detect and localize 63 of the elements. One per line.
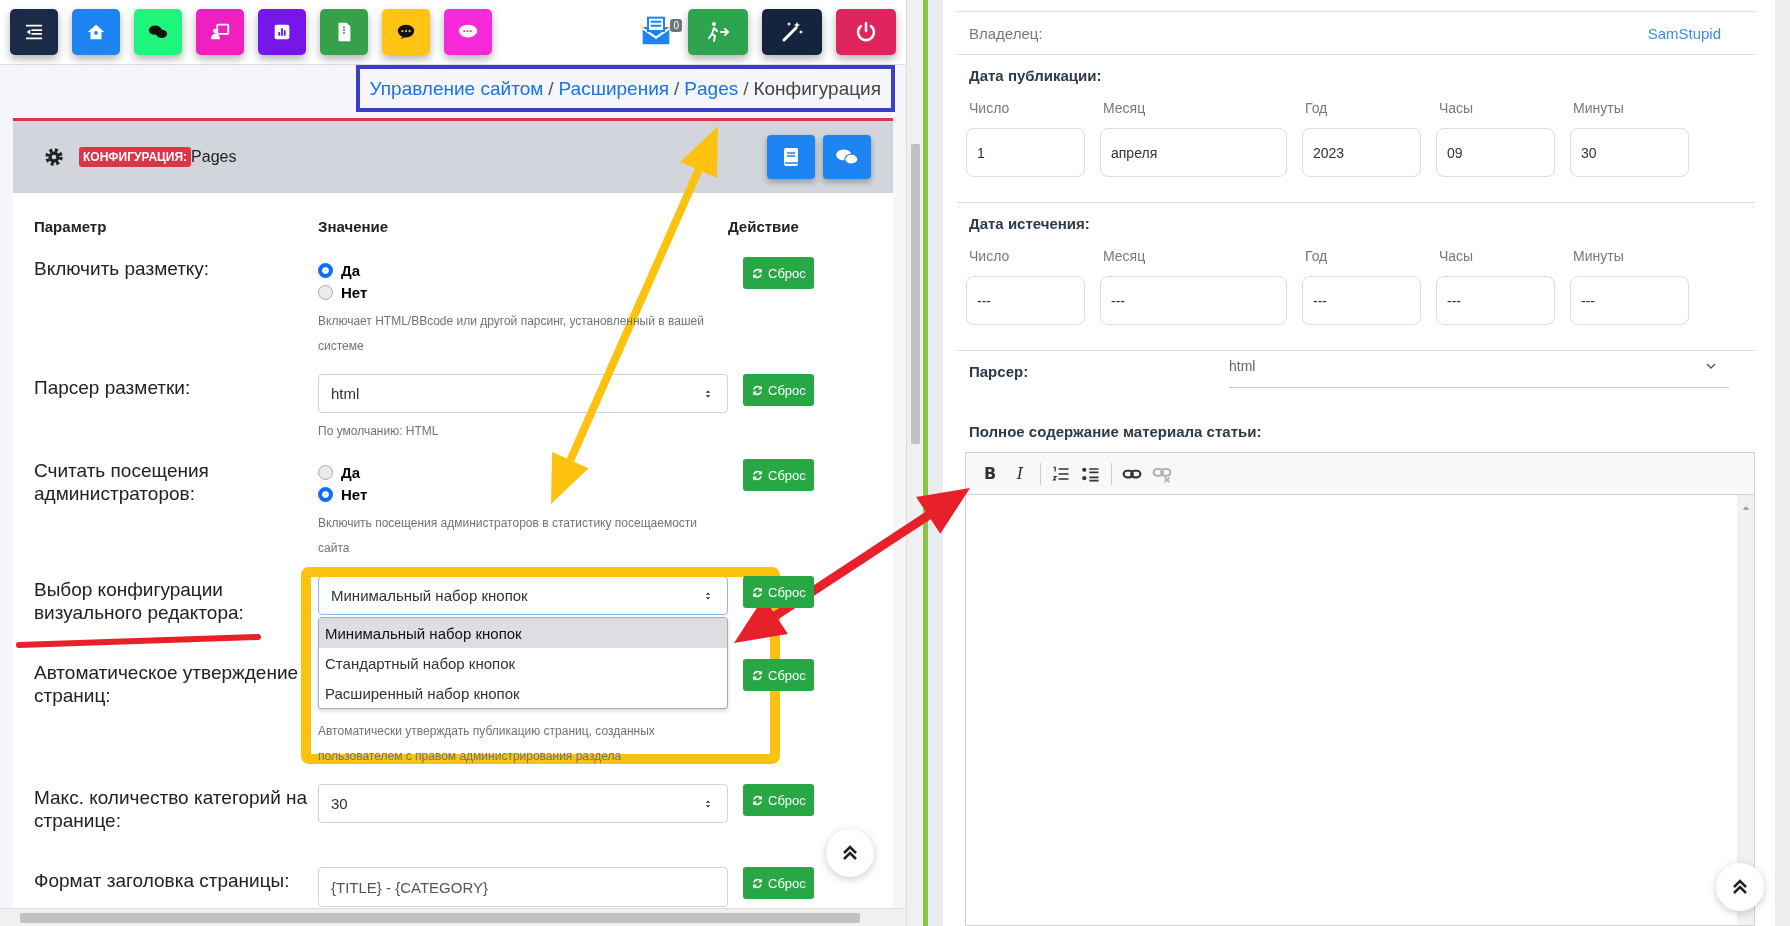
section-badge: КОНФИГУРАЦИЯ:: [79, 147, 192, 167]
date-field[interactable]: 2023: [1302, 128, 1421, 177]
field-label: Часы: [1438, 248, 1475, 264]
field-label: Полное содержание материала статьи:: [968, 422, 1263, 442]
field-label: Парсер:: [969, 363, 1030, 382]
date-field[interactable]: ---: [966, 276, 1085, 325]
column-header: Параметр: [34, 217, 108, 237]
field-label: Год: [1304, 248, 1329, 264]
breadcrumb-separator: /: [674, 77, 680, 100]
parser-select[interactable]: html: [1229, 358, 1729, 388]
dropdown-option[interactable]: Расширенный набор кнопок: [319, 678, 727, 708]
owner-label: Владелец:: [969, 24, 1043, 42]
breadcrumb-separator: /: [743, 77, 749, 100]
radio-option[interactable]: Да: [318, 461, 728, 483]
parameter-label: Парсер разметки:: [34, 376, 192, 400]
parameter-label: Макс. количество категорий на странице:: [34, 786, 309, 832]
dropdown-option[interactable]: Стандартный набор кнопок: [319, 648, 727, 678]
date-field[interactable]: апреля: [1100, 128, 1287, 177]
breadcrumb-link[interactable]: Расширения: [558, 77, 670, 100]
radio-option[interactable]: Да: [318, 259, 728, 281]
section-title: Дата публикации:: [968, 67, 1103, 84]
breadcrumb-link[interactable]: Pages: [684, 77, 739, 100]
parameter-label: Считать посещения администраторов:: [34, 459, 210, 506]
date-field[interactable]: 1: [966, 128, 1085, 177]
parameter-label: Выбор конфигурации визуального редактора:: [34, 578, 245, 624]
date-field[interactable]: 30: [1570, 128, 1689, 177]
date-field[interactable]: ---: [1302, 276, 1421, 325]
field-label: Месяц: [1102, 100, 1147, 116]
section-title: Дата истечения:: [968, 215, 1091, 232]
breadcrumb-separator: /: [548, 77, 554, 100]
hint-text: Включить посещения администраторов в статистику посещаемости сайта: [318, 515, 698, 557]
field-label: Минуты: [1572, 248, 1625, 264]
field-label: Часы: [1438, 100, 1475, 116]
column-header: Действие: [728, 217, 800, 237]
mail-count-badge: 0: [670, 19, 682, 32]
parameter-label: Автоматическое утверждение страниц:: [34, 661, 300, 708]
parameter-label: Формат заголовка страницы:: [34, 869, 291, 893]
select-field[interactable]: Минимальный набор кнопок: [318, 576, 728, 615]
select-field[interactable]: 30: [318, 784, 728, 823]
field-label: Месяц: [1102, 248, 1147, 264]
field-label: Число: [968, 248, 1011, 264]
field-label: Число: [968, 100, 1011, 116]
bold-button[interactable]: B: [980, 462, 1000, 485]
parameter-label: Включить разметку:: [34, 257, 211, 281]
dropdown-option[interactable]: Минимальный набор кнопок: [319, 618, 727, 648]
breadcrumb-link[interactable]: Управление сайтом: [369, 77, 544, 100]
column-header: Значение: [318, 217, 390, 237]
field-label: Минуты: [1572, 100, 1625, 116]
date-field[interactable]: ---: [1570, 276, 1689, 325]
rich-text-editor[interactable]: B I: [965, 452, 1755, 926]
date-field[interactable]: ---: [1100, 276, 1287, 325]
hint-text: По умолчанию: HTML: [318, 423, 440, 440]
text-input[interactable]: {TITLE} - {CATEGORY}: [318, 867, 728, 907]
date-field[interactable]: ---: [1436, 276, 1555, 325]
card-title: Pages: [191, 148, 237, 166]
field-label: Год: [1304, 100, 1329, 116]
radio-option[interactable]: Нет: [318, 483, 728, 505]
owner-link[interactable]: SamStupid: [1647, 24, 1721, 42]
radio-option[interactable]: Нет: [318, 281, 728, 303]
breadcrumb-current: Конфигурация: [753, 77, 881, 100]
italic-button[interactable]: I: [1010, 462, 1030, 485]
date-field[interactable]: 09: [1436, 128, 1555, 177]
select-field[interactable]: html: [318, 374, 728, 413]
